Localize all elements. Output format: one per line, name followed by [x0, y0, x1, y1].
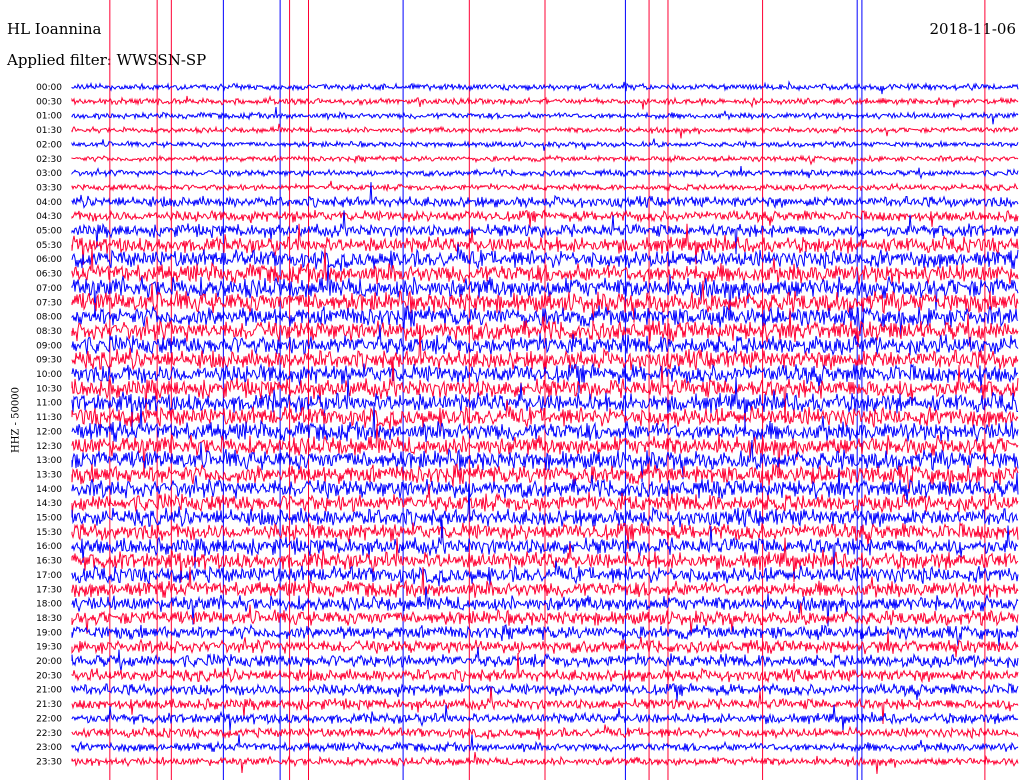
time-tick-label: 11:30 [36, 413, 62, 423]
time-tick-label: 06:30 [36, 270, 62, 280]
time-tick-label: 03:30 [36, 183, 62, 193]
time-tick-label: 03:00 [36, 169, 62, 179]
time-tick-label: 00:30 [36, 97, 62, 107]
helicorder-plot: 00:00 00:30 01:00 01:30 02:00 02:30 03:00 03:30… [36, 0, 1019, 780]
time-tick-label: 12:30 [36, 442, 62, 452]
time-tick-label: 05:30 [36, 241, 62, 251]
time-tick-label: 20:30 [36, 671, 62, 681]
time-tick-label: 23:30 [36, 757, 62, 767]
time-tick-label: 09:30 [36, 356, 62, 366]
time-tick-label: 01:30 [36, 126, 62, 136]
time-tick-label: 21:30 [36, 700, 62, 710]
time-tick-label: 04:00 [36, 198, 62, 208]
time-tick-label: 23:00 [36, 743, 62, 753]
time-tick-label: 05:00 [36, 227, 62, 237]
time-tick-label: 14:30 [36, 499, 62, 509]
time-tick-label: 10:00 [36, 370, 62, 380]
time-tick-label: 16:00 [36, 542, 62, 552]
time-tick-label: 17:30 [36, 585, 62, 595]
time-tick-label: 08:00 [36, 313, 62, 323]
time-tick-label: 19:00 [36, 628, 62, 638]
time-tick-label: 02:00 [36, 140, 62, 150]
time-tick-label: 10:30 [36, 384, 62, 394]
time-tick-label: 17:00 [36, 571, 62, 581]
time-tick-label: 18:00 [36, 600, 62, 610]
time-tick-label: 04:30 [36, 212, 62, 222]
time-tick-label: 18:30 [36, 614, 62, 624]
time-tick-label: 09:00 [36, 341, 62, 351]
time-tick-label: 00:00 [36, 83, 62, 93]
time-tick-label: 16:30 [36, 557, 62, 567]
time-tick-label: 13:00 [36, 456, 62, 466]
time-tick-label: 21:00 [36, 686, 62, 696]
time-tick-label: 12:00 [36, 427, 62, 437]
time-tick-label: 15:00 [36, 514, 62, 524]
time-tick-label: 11:00 [36, 399, 62, 409]
time-tick-label: 22:30 [36, 729, 62, 739]
seismogram-page: HL Ioannina 2018-11-06 Applied filter: W… [0, 0, 1024, 780]
time-tick-label: 07:30 [36, 298, 62, 308]
time-tick-label: 22:00 [36, 714, 62, 724]
time-tick-label: 20:00 [36, 657, 62, 667]
time-tick-label: 01:00 [36, 112, 62, 122]
time-tick-label: 07:00 [36, 284, 62, 294]
time-tick-label: 15:30 [36, 528, 62, 538]
time-tick-label: 14:00 [36, 485, 62, 495]
time-tick-label: 06:00 [36, 255, 62, 265]
time-tick-label: 13:30 [36, 470, 62, 480]
time-tick-label: 19:30 [36, 643, 62, 653]
time-tick-label: 02:30 [36, 155, 62, 165]
time-tick-label: 08:30 [36, 327, 62, 337]
